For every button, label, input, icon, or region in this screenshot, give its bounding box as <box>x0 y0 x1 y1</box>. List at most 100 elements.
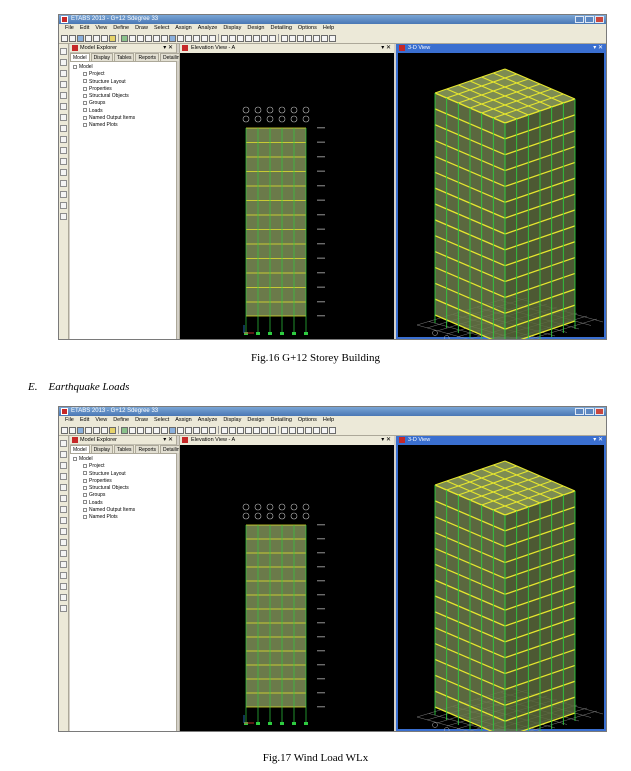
lock-icon[interactable] <box>109 426 116 434</box>
line-icon[interactable] <box>261 34 268 42</box>
draw-frame-icon[interactable] <box>60 473 67 480</box>
zoom-window-icon[interactable] <box>129 34 136 42</box>
window-close-icon[interactable]: ▾ ✕ <box>381 436 391 445</box>
line-icon[interactable] <box>261 426 268 434</box>
tree-item-project[interactable]: Project <box>73 463 176 470</box>
quick-draw-icon[interactable] <box>60 594 67 601</box>
elevation-drawing[interactable] <box>180 53 395 340</box>
snap-icon[interactable] <box>60 125 67 132</box>
tree-item-named-output-items[interactable]: Named Output Items <box>73 115 176 122</box>
expand-icon[interactable] <box>83 79 87 84</box>
draw-slab-icon[interactable] <box>313 34 320 42</box>
menu-define[interactable]: Define <box>110 24 132 33</box>
reshape-icon[interactable] <box>60 451 67 458</box>
set-display-icon[interactable] <box>229 426 236 434</box>
pointer-icon[interactable] <box>60 440 67 447</box>
expand-icon[interactable] <box>83 485 87 490</box>
expand-icon[interactable] <box>83 86 87 91</box>
undo-icon[interactable] <box>85 426 92 434</box>
save-icon[interactable] <box>77 34 84 42</box>
draw-opening-icon[interactable] <box>321 34 328 42</box>
developed-elevation-icon[interactable] <box>60 605 67 612</box>
draw-dimension-icon[interactable] <box>60 506 67 513</box>
developed-elevation-icon[interactable] <box>60 213 67 220</box>
zoom-out-icon[interactable] <box>145 426 152 434</box>
expand-icon[interactable] <box>83 93 87 98</box>
window-close-icon[interactable]: ▾ ✕ <box>593 44 603 53</box>
view-3d-icon[interactable] <box>169 34 176 42</box>
shadow-icon[interactable] <box>237 426 244 434</box>
draw-wall-icon[interactable] <box>305 426 312 434</box>
up-arrow-icon[interactable] <box>201 34 208 42</box>
menu-detailing[interactable]: Detailing <box>268 416 295 425</box>
down-arrow-icon[interactable] <box>209 34 216 42</box>
tab-model[interactable]: Model <box>70 53 90 61</box>
3d-building-drawing[interactable] <box>397 445 607 732</box>
menu-file[interactable]: File <box>62 24 77 33</box>
grid-icon[interactable] <box>60 136 67 143</box>
menu-help[interactable]: Help <box>320 416 337 425</box>
tree-item-named-plots[interactable]: Named Plots <box>73 514 176 521</box>
elevation-view-window[interactable]: Elevation View - A ▾ ✕ <box>179 436 394 731</box>
minimize-button[interactable] <box>575 16 584 23</box>
draw-column-icon[interactable] <box>289 34 296 42</box>
menu-draw[interactable]: Draw <box>132 416 151 425</box>
menu-assign[interactable]: Assign <box>172 24 195 33</box>
wall-stack-icon[interactable] <box>60 572 67 579</box>
menu-file[interactable]: File <box>62 416 77 425</box>
wall-stack-icon[interactable] <box>60 180 67 187</box>
expand-icon[interactable] <box>83 115 87 120</box>
frame-icon[interactable] <box>253 34 260 42</box>
zoom-in-icon[interactable] <box>137 426 144 434</box>
section-cut-icon[interactable] <box>60 539 67 546</box>
3d-building-drawing[interactable] <box>397 53 607 340</box>
draw-brace-icon[interactable] <box>297 34 304 42</box>
pencil-icon[interactable] <box>101 34 108 42</box>
tab-model[interactable]: Model <box>70 445 90 453</box>
draw-point-icon[interactable] <box>329 426 336 434</box>
ruler-icon[interactable] <box>60 191 67 198</box>
plan-view-icon[interactable] <box>177 34 184 42</box>
redo-icon[interactable] <box>93 426 100 434</box>
pan-icon[interactable] <box>161 426 168 434</box>
draw-slab-icon[interactable] <box>313 426 320 434</box>
set-display-icon[interactable] <box>229 34 236 42</box>
rebar-icon[interactable] <box>60 169 67 176</box>
tab-reports[interactable]: Reports <box>135 445 159 453</box>
up-arrow-icon[interactable] <box>201 426 208 434</box>
draw-link-icon[interactable] <box>60 495 67 502</box>
maximize-button[interactable] <box>585 408 594 415</box>
object-shrink-icon[interactable] <box>245 426 252 434</box>
grid-icon[interactable] <box>60 528 67 535</box>
tree-item-structure-layout[interactable]: Structure Layout <box>73 79 176 86</box>
check-icon[interactable] <box>269 426 276 434</box>
window-close-icon[interactable]: ▾ ✕ <box>381 44 391 53</box>
undo-icon[interactable] <box>85 34 92 42</box>
reshape-icon[interactable] <box>60 59 67 66</box>
tree-item-structural-objects[interactable]: Structural Objects <box>73 93 176 100</box>
3d-view-window[interactable]: 3-D View ▾ ✕ <box>396 44 606 339</box>
panel-close-icon[interactable]: ▾ ✕ <box>163 44 173 53</box>
draw-point-icon[interactable] <box>329 34 336 42</box>
maximize-button[interactable] <box>585 16 594 23</box>
open-icon[interactable] <box>69 426 76 434</box>
section-cut-icon[interactable] <box>60 147 67 154</box>
expand-icon[interactable] <box>83 493 87 498</box>
draw-column-icon[interactable] <box>289 426 296 434</box>
draw-brace-icon[interactable] <box>297 426 304 434</box>
menu-view[interactable]: View <box>92 24 110 33</box>
draw-joint-icon[interactable] <box>60 70 67 77</box>
close-button[interactable] <box>595 408 604 415</box>
select-all-icon[interactable] <box>221 34 228 42</box>
tree-item-named-output-items[interactable]: Named Output Items <box>73 507 176 514</box>
draw-wall-icon[interactable] <box>305 34 312 42</box>
run-analysis-icon[interactable] <box>121 426 128 434</box>
tree-item-properties[interactable]: Properties <box>73 86 176 93</box>
expand-icon[interactable] <box>83 471 87 476</box>
save-icon[interactable] <box>77 426 84 434</box>
menu-select[interactable]: Select <box>151 416 172 425</box>
menu-display[interactable]: Display <box>220 416 244 425</box>
quick-draw-icon[interactable] <box>60 202 67 209</box>
tab-reports[interactable]: Reports <box>135 53 159 61</box>
panel-close-icon[interactable]: ▾ ✕ <box>163 436 173 445</box>
